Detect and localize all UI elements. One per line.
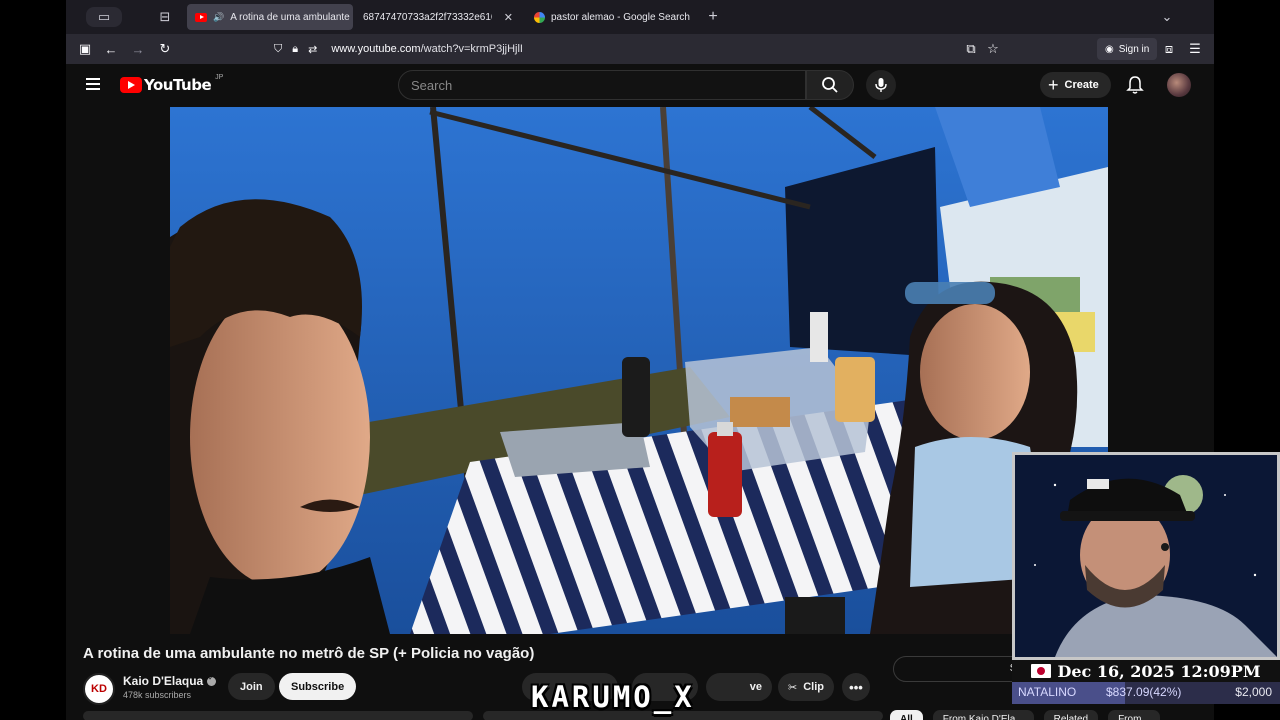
back-icon[interactable]: ←	[102, 40, 120, 58]
streamer-watermark: KARUMO_X	[531, 680, 695, 714]
goal-name: NATALINO	[1018, 685, 1077, 699]
tab-s3[interactable]: 68747470733a2f2f73332e616d617 ✕	[355, 4, 521, 30]
forward-icon[interactable]: →	[129, 40, 147, 58]
new-tab-icon[interactable]: +	[702, 7, 724, 27]
search-input[interactable]	[411, 77, 805, 93]
google-icon	[534, 11, 545, 23]
verified-badge-icon	[207, 674, 217, 686]
chip-from[interactable]: From...	[1108, 710, 1160, 720]
account-icon: ◉	[1105, 43, 1114, 55]
close-tab-icon[interactable]: ✕	[504, 11, 513, 24]
save-button[interactable]: ve	[706, 673, 772, 701]
url-text[interactable]: www.youtube.com/watch?v=krmP3jjHjlI	[331, 43, 523, 55]
create-button[interactable]: + Create	[1040, 72, 1111, 98]
search-button[interactable]	[806, 70, 854, 100]
search-box[interactable]	[398, 70, 806, 100]
join-button[interactable]: Join	[228, 673, 275, 700]
youtube-icon	[195, 12, 207, 22]
voice-search-button[interactable]	[866, 70, 896, 100]
picture-in-picture-icon[interactable]: ⧉	[962, 40, 980, 58]
tracking-shield-icon[interactable]: ⛉	[274, 43, 282, 56]
description-box[interactable]	[83, 711, 473, 720]
microphone-icon	[875, 78, 887, 92]
webcam-feed	[1015, 455, 1277, 657]
video-player[interactable]	[170, 107, 1108, 634]
tab-youtube[interactable]: 🔊 A rotina de uma ambulante ✕	[187, 4, 353, 30]
subscribe-button[interactable]: Subscribe	[279, 673, 357, 700]
subscriber-count: 478k subscribers	[123, 690, 192, 700]
goal-value: $837.09(42%)	[1106, 685, 1182, 699]
lock-icon[interactable]: 🔒︎	[292, 43, 298, 56]
related-chips: All From Kaio D'Ela... Related From...	[890, 710, 1160, 720]
japan-flag-icon	[1031, 664, 1052, 678]
more-actions-icon[interactable]: •••	[842, 673, 870, 701]
tab-title: A rotina de uma ambulante	[230, 11, 350, 23]
sign-in-button[interactable]: ◉ Sign in	[1097, 38, 1158, 60]
reload-icon[interactable]: ↻	[156, 40, 174, 58]
plus-icon: +	[1048, 75, 1059, 95]
screen: ▭ ⊟ 🔊 A rotina de uma ambulante ✕ 687474…	[0, 0, 1280, 720]
tab-bar: ▭ ⊟ 🔊 A rotina de uma ambulante ✕ 687474…	[66, 0, 1214, 34]
notifications-bell-icon[interactable]	[1126, 75, 1144, 95]
tab-google[interactable]: pastor alemao - Google Search ✕	[526, 4, 692, 30]
video-frame	[170, 107, 1108, 634]
speaker-icon[interactable]: 🔊	[213, 12, 224, 23]
tab-list-chevron-icon[interactable]: ⌄	[1156, 7, 1178, 27]
chip-from-channel[interactable]: From Kaio D'Ela...	[932, 710, 1034, 720]
chip-all[interactable]: All	[890, 710, 923, 720]
donation-goal-bar: NATALINO $837.09(42%) $2,000	[1012, 682, 1280, 704]
youtube-header: YouTube JP + Create	[66, 64, 1214, 106]
video-title: A rotina de uma ambulante no metrô de SP…	[83, 645, 535, 662]
channel-name[interactable]: Kaio D'Elaqua	[123, 674, 217, 688]
search-icon	[822, 77, 838, 93]
youtube-icon	[120, 77, 142, 93]
chip-related[interactable]: Related	[1043, 710, 1099, 720]
account-avatar[interactable]	[1167, 73, 1191, 97]
navigation-bar: ▣ ← → ↻ ⛉ 🔒︎ ⇄ www.youtube.com/watch?v=k…	[66, 34, 1214, 64]
stream-datetime: Dec 16, 2025 12:09PM	[1012, 660, 1280, 682]
scissors-icon: ✂	[788, 681, 798, 694]
tab-title: pastor alemao - Google Search	[551, 11, 690, 23]
channel-avatar[interactable]: KD	[83, 673, 115, 705]
tab-title: 68747470733a2f2f73332e616d617	[363, 11, 492, 23]
youtube-logo[interactable]: YouTube JP	[120, 74, 223, 94]
sidebar-icon[interactable]: ▣	[76, 40, 94, 58]
clip-button[interactable]: ✂ Clip	[778, 673, 834, 701]
url-bar[interactable]: ⛉ 🔒︎ ⇄ www.youtube.com/watch?v=krmP3jjHj…	[266, 38, 996, 60]
permissions-icon[interactable]: ⇄	[308, 43, 317, 56]
tab-groups-icon[interactable]: ⊟	[154, 7, 176, 27]
extensions-icon[interactable]: ⧈	[1160, 40, 1178, 58]
menu-icon[interactable]: ☰	[1186, 40, 1204, 58]
bookmark-star-icon[interactable]: ☆	[984, 40, 1002, 58]
sidebar-toggle-icon[interactable]: ▭	[86, 7, 122, 27]
streamer-webcam	[1012, 452, 1280, 660]
guide-menu-icon[interactable]	[86, 78, 100, 90]
goal-target: $2,000	[1235, 685, 1272, 699]
